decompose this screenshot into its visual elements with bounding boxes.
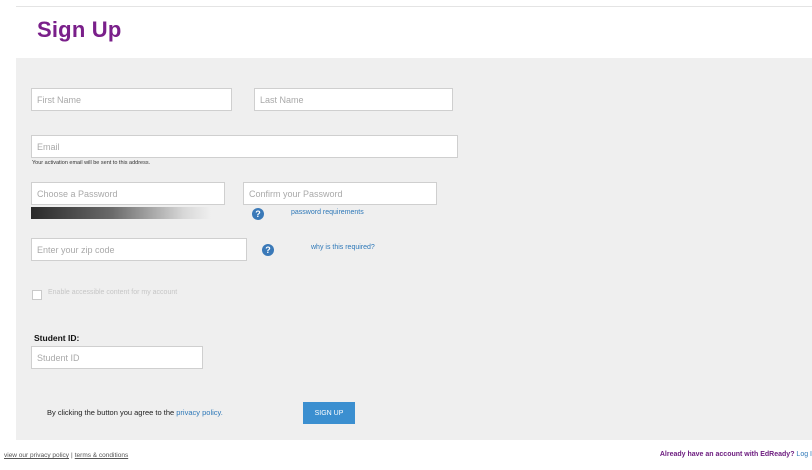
footer-terms-link[interactable]: terms & conditions bbox=[75, 452, 128, 459]
footer-separator: | bbox=[71, 452, 73, 459]
signup-page: Sign Up Your activation email will be se… bbox=[0, 0, 812, 470]
last-name-input[interactable] bbox=[254, 88, 453, 111]
zip-code-input[interactable] bbox=[31, 238, 247, 261]
footer-privacy-link[interactable]: view our privacy policy bbox=[4, 452, 69, 459]
signup-form-panel: Your activation email will be sent to th… bbox=[16, 58, 812, 440]
agreement-text: By clicking the button you agree to the … bbox=[47, 408, 223, 417]
footer-links: view our privacy policy | terms & conditio… bbox=[4, 452, 128, 459]
password-strength-meter bbox=[31, 207, 211, 219]
agreement-prefix: By clicking the button you agree to the bbox=[47, 408, 175, 417]
privacy-policy-link[interactable]: privacy policy. bbox=[176, 408, 223, 417]
accessible-content-checkbox[interactable] bbox=[32, 290, 42, 300]
page-header: Sign Up bbox=[16, 6, 812, 58]
accessible-content-label: Enable accessible content for my account bbox=[48, 289, 178, 296]
password-requirements-link[interactable]: password requirements bbox=[291, 209, 364, 216]
student-id-label: Student ID: bbox=[34, 333, 80, 343]
why-required-link[interactable]: why is this required? bbox=[311, 244, 375, 251]
password-input[interactable] bbox=[31, 182, 225, 205]
email-input[interactable] bbox=[31, 135, 458, 158]
login-prompt: Already have an account with EdReady? Lo… bbox=[660, 451, 812, 458]
student-id-input[interactable] bbox=[31, 346, 203, 369]
password-help-icon[interactable]: ? bbox=[252, 208, 264, 220]
confirm-password-input[interactable] bbox=[243, 182, 437, 205]
account-question: Already have an account with EdReady? bbox=[659, 451, 795, 458]
email-hint: Your activation email will be sent to th… bbox=[32, 160, 151, 166]
zip-help-icon[interactable]: ? bbox=[262, 244, 274, 256]
first-name-input[interactable] bbox=[31, 88, 232, 111]
page-title: Sign Up bbox=[37, 17, 122, 42]
signup-button[interactable]: SIGN UP bbox=[303, 402, 355, 424]
login-link[interactable]: Log I bbox=[796, 451, 812, 458]
